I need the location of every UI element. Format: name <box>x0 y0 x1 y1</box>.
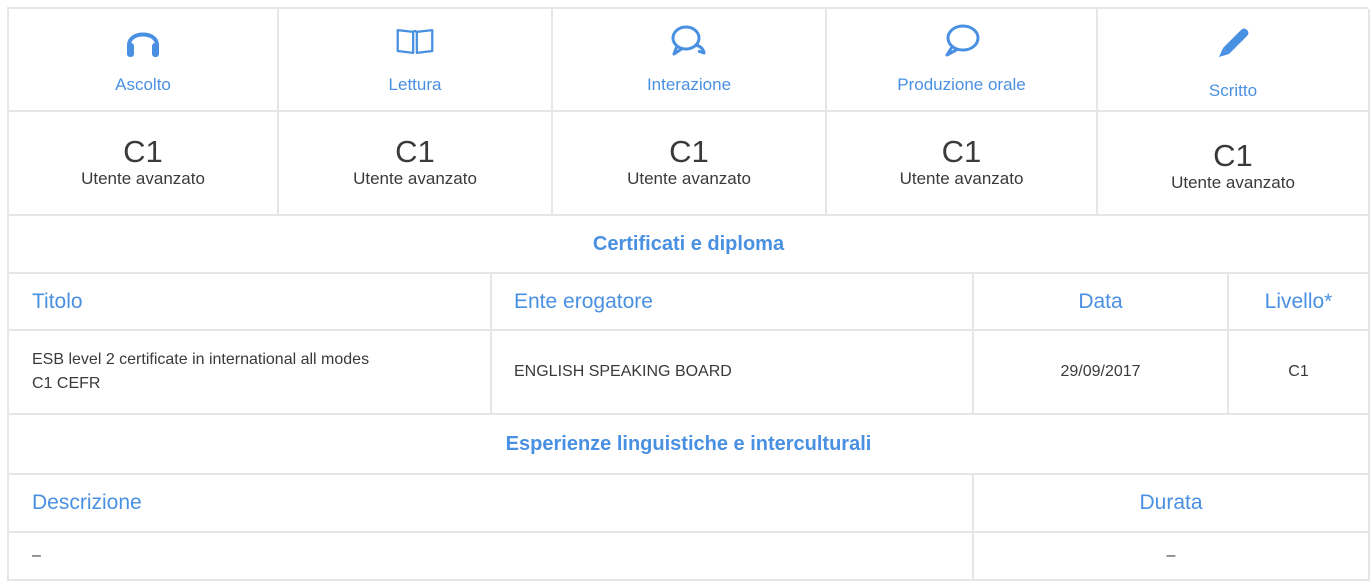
level-cell: C1 Utente avanzato <box>1098 112 1370 216</box>
level-description: Utente avanzato <box>353 169 477 188</box>
skill-label: Produzione orale <box>897 75 1026 94</box>
certificate-date: 29/09/2017 <box>974 331 1229 415</box>
certificate-title-line: C1 CEFR <box>32 375 101 392</box>
level-code: C1 <box>669 134 709 169</box>
speech-bubbles-icon <box>669 21 709 61</box>
skill-produzione-orale: Produzione orale <box>827 9 1098 112</box>
level-code: C1 <box>395 134 435 169</box>
level-code: C1 <box>1213 138 1253 173</box>
skills-row: Ascolto Lettura Interazione Produzione o… <box>9 9 1370 112</box>
section-title: Certificati e diploma <box>9 216 1370 274</box>
level-code: C1 <box>123 134 163 169</box>
column-header-livello: Livello* <box>1229 274 1370 331</box>
skill-lettura: Lettura <box>279 9 553 112</box>
column-header-ente: Ente erogatore <box>492 274 974 331</box>
skill-label: Lettura <box>388 75 442 94</box>
levels-row: C1 Utente avanzato C1 Utente avanzato C1… <box>9 112 1370 216</box>
certificate-title-line: ESB level 2 certificate in international… <box>32 351 370 368</box>
skill-ascolto: Ascolto <box>9 9 279 112</box>
experiences-header-row: Descrizione Durata <box>9 475 1370 533</box>
table-row: – – <box>9 533 1370 581</box>
certificate-title: ESB level 2 certificate in international… <box>9 331 492 415</box>
skill-label: Scritto <box>1208 81 1258 100</box>
table-row: ESB level 2 certificate in international… <box>9 331 1370 415</box>
speech-bubble-icon <box>942 21 982 61</box>
level-description: Utente avanzato <box>81 169 205 188</box>
certificates-title-row: Certificati e diploma <box>9 216 1370 274</box>
book-icon <box>395 21 435 61</box>
certificate-issuer: ENGLISH SPEAKING BOARD <box>492 331 974 415</box>
skill-label: Interazione <box>646 75 732 94</box>
pencil-icon <box>1213 21 1253 61</box>
experience-duration: – <box>974 533 1370 581</box>
headphones-icon <box>123 21 163 61</box>
level-description: Utente avanzato <box>1171 173 1295 192</box>
level-cell: C1 Utente avanzato <box>279 112 553 216</box>
level-description: Utente avanzato <box>899 169 1024 188</box>
skill-label: Ascolto <box>115 75 171 94</box>
column-header-data: Data <box>974 274 1229 331</box>
level-cell: C1 Utente avanzato <box>827 112 1098 216</box>
experience-description: – <box>9 533 974 581</box>
skill-interazione: Interazione <box>553 9 827 112</box>
certificate-level: C1 <box>1229 331 1370 415</box>
language-skills-table: Ascolto Lettura Interazione Produzione o… <box>7 7 1370 581</box>
level-cell: C1 Utente avanzato <box>553 112 827 216</box>
level-code: C1 <box>941 134 982 169</box>
section-title: Esperienze linguistiche e interculturali <box>9 415 1370 475</box>
column-header-durata: Durata <box>974 475 1370 533</box>
column-header-titolo: Titolo <box>9 274 492 331</box>
certificates-header-row: Titolo Ente erogatore Data Livello* <box>9 274 1370 331</box>
experiences-title-row: Esperienze linguistiche e interculturali <box>9 415 1370 475</box>
skill-scritto: Scritto <box>1098 9 1370 112</box>
level-description: Utente avanzato <box>627 169 751 188</box>
level-cell: C1 Utente avanzato <box>9 112 279 216</box>
column-header-descrizione: Descrizione <box>9 475 974 533</box>
